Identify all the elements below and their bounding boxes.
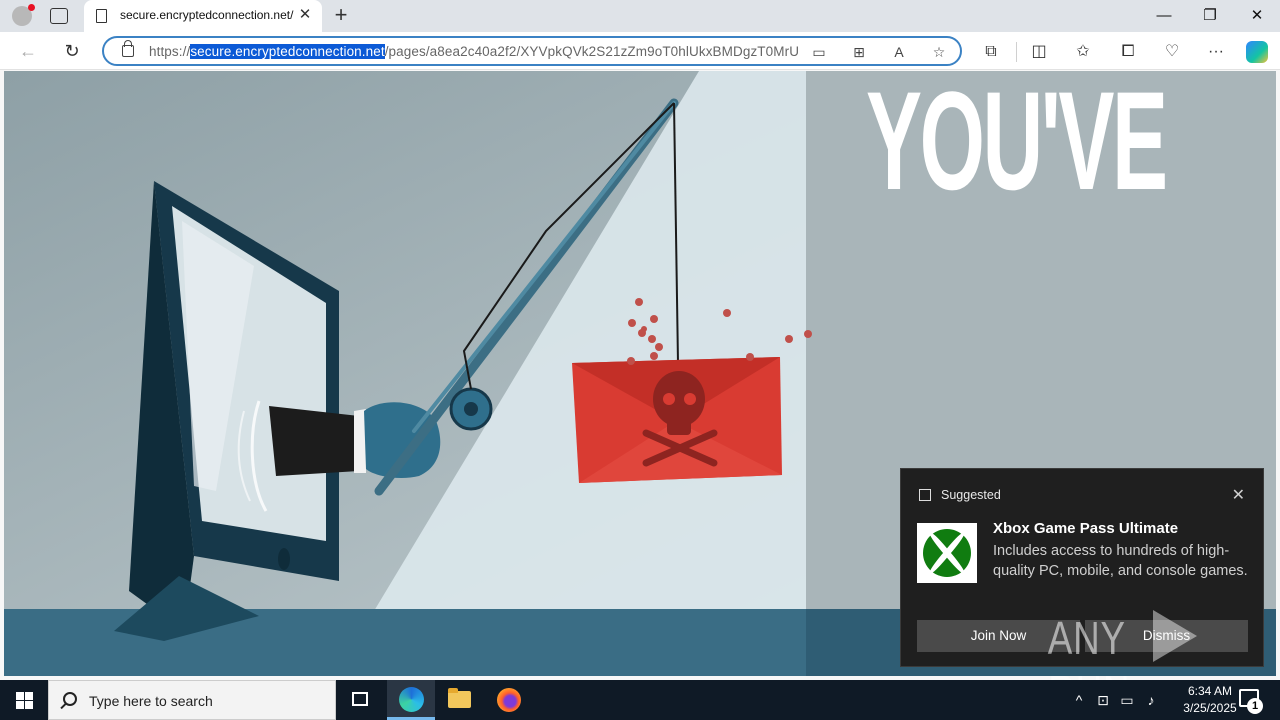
notification-count-badge: 1 <box>1247 698 1263 714</box>
toast-close-icon[interactable]: ✕ <box>1232 485 1245 505</box>
tab-actions-icon[interactable] <box>50 8 68 24</box>
minimize-button[interactable]: — <box>1141 4 1187 28</box>
url-path: /pages/a8ea2c40a2f2/XYVpkQVk2S21zZm9oT0h… <box>384 44 800 59</box>
restore-button[interactable]: ❐ <box>1187 4 1233 28</box>
toast-title: Xbox Game Pass Ultimate <box>993 520 1179 537</box>
browser-window: secure.encryptedconnection.net/ ✕ + — ❐ … <box>0 0 1280 718</box>
firefox-icon <box>497 688 521 712</box>
url-text[interactable]: https://secure.encryptedconnection.net/p… <box>149 44 809 59</box>
app-available-icon[interactable]: ⊞ <box>850 43 868 61</box>
browser-essentials-icon[interactable]: ♡ <box>1161 41 1183 63</box>
collections-icon[interactable]: ⧠ <box>1117 41 1139 63</box>
xbox-logo-icon <box>917 523 977 583</box>
taskbar: Type here to search ^ ⊡ ▭ ♪ 6:34 AM 3/25… <box>0 680 1280 720</box>
back-arrow-icon[interactable]: ← <box>16 40 40 62</box>
address-bar[interactable]: https://secure.encryptedconnection.net/p… <box>102 36 962 66</box>
more-options-icon[interactable]: ··· <box>1205 41 1227 63</box>
close-window-button[interactable]: ✕ <box>1234 4 1280 28</box>
suggested-icon <box>919 489 931 501</box>
split-screen-icon[interactable]: ◫ <box>1028 41 1050 63</box>
toast-body: Includes access to hundreds of high-qual… <box>993 543 1248 579</box>
new-tab-button[interactable]: + <box>331 4 351 28</box>
edge-taskbar-button[interactable] <box>387 680 435 720</box>
page-headline: YOU'VE <box>866 71 1168 219</box>
extensions-icon[interactable]: ⧉ <box>980 41 1002 63</box>
url-scheme: https:// <box>149 44 191 59</box>
file-explorer-button[interactable] <box>435 680 483 720</box>
tab-strip: secure.encryptedconnection.net/ ✕ + — ❐ … <box>0 0 1280 32</box>
edge-icon <box>399 687 424 712</box>
firefox-button[interactable] <box>484 680 532 720</box>
toolbar-divider <box>1016 42 1017 62</box>
search-icon <box>63 692 77 706</box>
start-button[interactable] <box>0 680 48 720</box>
favorites-icon[interactable]: ✩ <box>1072 41 1094 63</box>
lock-icon[interactable] <box>122 40 134 57</box>
refresh-icon[interactable]: ↻ <box>60 40 84 62</box>
immersive-reader-icon[interactable]: ▭ <box>810 43 828 61</box>
favorite-star-icon[interactable]: ☆ <box>930 43 948 61</box>
page-icon <box>96 9 107 23</box>
network-icon[interactable]: ▭ <box>1118 691 1136 709</box>
active-tab[interactable]: secure.encryptedconnection.net/ ✕ <box>84 0 322 32</box>
toast-header: Suggested <box>941 488 1001 502</box>
anyrun-watermark: ANY RUN <box>1038 610 1280 718</box>
read-aloud-icon[interactable]: A <box>890 43 908 61</box>
copilot-icon[interactable] <box>1246 41 1268 63</box>
task-view-button[interactable] <box>336 680 384 720</box>
taskbar-search[interactable]: Type here to search <box>48 680 336 720</box>
tab-close-icon[interactable]: ✕ <box>296 6 314 24</box>
url-host: secure.encryptedconnection.net <box>190 44 385 59</box>
search-placeholder: Type here to search <box>89 693 213 709</box>
volume-icon[interactable]: ♪ <box>1142 691 1160 709</box>
browser-toolbar: ← ↻ https://secure.encryptedconnection.n… <box>0 32 1280 70</box>
task-view-icon <box>352 692 368 706</box>
folder-icon <box>448 688 471 708</box>
show-hidden-icons-icon[interactable]: ^ <box>1070 691 1088 709</box>
tab-title: secure.encryptedconnection.net/ <box>120 8 294 22</box>
watermark-left: ANY <box>1047 612 1126 664</box>
device-icon[interactable]: ⊡ <box>1094 691 1112 709</box>
play-icon <box>1153 610 1198 662</box>
profile-avatar-icon[interactable] <box>12 4 35 26</box>
